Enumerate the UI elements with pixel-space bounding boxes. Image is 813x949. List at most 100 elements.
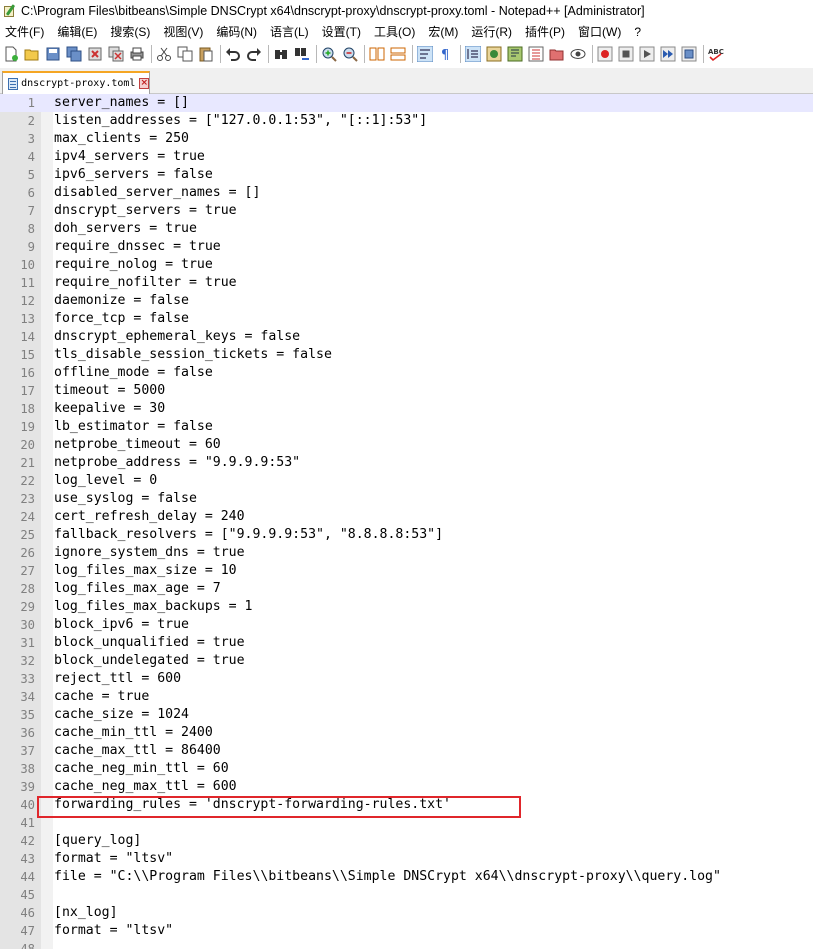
line-text[interactable]: block_ipv6 = true (54, 616, 189, 634)
line-text[interactable]: lb_estimator = false (54, 418, 213, 436)
code-line[interactable]: 28 log_files_max_age = 7 (0, 580, 813, 598)
line-text[interactable]: cache_min_ttl = 2400 (54, 724, 213, 742)
code-line[interactable]: 7 dnscrypt_servers = true (0, 202, 813, 220)
menu-window[interactable]: 窗口(W) (577, 22, 627, 42)
menu-file[interactable]: 文件(F) (4, 22, 50, 42)
code-line[interactable]: 6 disabled_server_names = [] (0, 184, 813, 202)
line-text[interactable]: cache_neg_min_ttl = 60 (54, 760, 229, 778)
code-line[interactable]: 31 block_unqualified = true (0, 634, 813, 652)
function-list-icon[interactable] (528, 46, 544, 62)
save-icon[interactable] (45, 46, 61, 62)
code-line[interactable]: 41 (0, 814, 813, 832)
line-text[interactable]: fallback_resolvers = ["9.9.9.9:53", "8.8… (54, 526, 443, 544)
undo-icon[interactable] (225, 46, 241, 62)
code-line[interactable]: 13 force_tcp = false (0, 310, 813, 328)
menu-search[interactable]: 搜索(S) (109, 22, 156, 42)
code-line[interactable]: 39 cache_neg_max_ttl = 600 (0, 778, 813, 796)
sync-vertical-icon[interactable] (369, 46, 385, 62)
line-text[interactable]: use_syslog = false (54, 490, 197, 508)
line-text[interactable]: forwarding_rules = 'dnscrypt-forwarding-… (54, 796, 451, 814)
close-file-icon[interactable] (87, 46, 103, 62)
code-line[interactable]: 5 ipv6_servers = false (0, 166, 813, 184)
code-line[interactable]: 40 forwarding_rules = 'dnscrypt-forwardin… (0, 796, 813, 814)
line-text[interactable]: doh_servers = true (54, 220, 197, 238)
code-line[interactable]: 4 ipv4_servers = true (0, 148, 813, 166)
close-icon[interactable]: × (139, 78, 149, 89)
line-text[interactable]: max_clients = 250 (54, 130, 189, 148)
user-language-icon[interactable] (486, 46, 502, 62)
record-macro-icon[interactable] (597, 46, 613, 62)
line-text[interactable]: log_files_max_size = 10 (54, 562, 237, 580)
code-line[interactable]: 47 format = "ltsv" (0, 922, 813, 940)
open-file-icon[interactable] (24, 46, 40, 62)
menu-language[interactable]: 语言(L) (269, 22, 315, 42)
play-macro-icon[interactable] (639, 46, 655, 62)
menu-plugins[interactable]: 插件(P) (524, 22, 571, 42)
cut-icon[interactable] (156, 46, 172, 62)
code-line[interactable]: 34 cache = true (0, 688, 813, 706)
code-line[interactable]: 26 ignore_system_dns = true (0, 544, 813, 562)
line-text[interactable]: log_files_max_backups = 1 (54, 598, 253, 616)
line-text[interactable]: log_files_max_age = 7 (54, 580, 221, 598)
line-text[interactable]: dnscrypt_ephemeral_keys = false (54, 328, 300, 346)
menu-edit[interactable]: 编辑(E) (56, 22, 103, 42)
tab-dnscrypt-proxy-toml[interactable]: dnscrypt-proxy.toml × (2, 71, 150, 94)
word-wrap-icon[interactable] (417, 46, 433, 62)
line-text[interactable]: netprobe_timeout = 60 (54, 436, 221, 454)
line-text[interactable]: log_level = 0 (54, 472, 157, 490)
code-line[interactable]: 22 log_level = 0 (0, 472, 813, 490)
indent-guide-icon[interactable] (465, 46, 481, 62)
code-line[interactable]: 16 offline_mode = false (0, 364, 813, 382)
code-line[interactable]: 18 keepalive = 30 (0, 400, 813, 418)
code-line[interactable]: 46 [nx_log] (0, 904, 813, 922)
new-file-icon[interactable] (3, 46, 19, 62)
line-text[interactable]: block_unqualified = true (54, 634, 245, 652)
code-line[interactable]: 48 (0, 940, 813, 949)
line-text[interactable]: format = "ltsv" (54, 922, 173, 940)
line-text[interactable]: require_nofilter = true (54, 274, 237, 292)
line-text[interactable]: cert_refresh_delay = 240 (54, 508, 245, 526)
line-text[interactable]: reject_ttl = 600 (54, 670, 181, 688)
menu-tools[interactable]: 工具(O) (373, 22, 421, 42)
code-line[interactable]: 11 require_nofilter = true (0, 274, 813, 292)
code-line[interactable]: 45 (0, 886, 813, 904)
menu-encoding[interactable]: 编码(N) (215, 22, 263, 42)
paste-icon[interactable] (198, 46, 214, 62)
code-line[interactable]: 38 cache_neg_min_ttl = 60 (0, 760, 813, 778)
doc-map-icon[interactable] (507, 46, 523, 62)
line-text[interactable]: [query_log] (54, 832, 141, 850)
code-line[interactable]: 20 netprobe_timeout = 60 (0, 436, 813, 454)
code-line[interactable]: 35 cache_size = 1024 (0, 706, 813, 724)
spell-check-icon[interactable]: ABC (708, 46, 724, 62)
editor[interactable]: 1 server_names = [] 2 listen_addresses = ["… (0, 94, 813, 949)
code-line[interactable]: 42 [query_log] (0, 832, 813, 850)
line-text[interactable]: require_dnssec = true (54, 238, 221, 256)
code-line[interactable]: 15 tls_disable_session_tickets = false (0, 346, 813, 364)
line-text[interactable]: block_undelegated = true (54, 652, 245, 670)
code-line[interactable]: 24 cert_refresh_delay = 240 (0, 508, 813, 526)
line-text[interactable]: netprobe_address = "9.9.9.9:53" (54, 454, 300, 472)
code-line[interactable]: 25 fallback_resolvers = ["9.9.9.9:53", "8… (0, 526, 813, 544)
line-text[interactable]: dnscrypt_servers = true (54, 202, 237, 220)
code-line[interactable]: 2 listen_addresses = ["127.0.0.1:53", "[:… (0, 112, 813, 130)
line-text[interactable]: [nx_log] (54, 904, 118, 922)
code-line[interactable]: 9 require_dnssec = true (0, 238, 813, 256)
code-line[interactable]: 8 doh_servers = true (0, 220, 813, 238)
copy-icon[interactable] (177, 46, 193, 62)
menu-view[interactable]: 视图(V) (162, 22, 209, 42)
show-all-chars-icon[interactable]: ¶ (438, 46, 454, 62)
line-text[interactable]: disabled_server_names = [] (54, 184, 260, 202)
code-line[interactable]: 37 cache_max_ttl = 86400 (0, 742, 813, 760)
close-all-icon[interactable] (108, 46, 124, 62)
menu-macro[interactable]: 宏(M) (427, 22, 464, 42)
zoom-out-icon[interactable] (342, 46, 358, 62)
line-text[interactable]: listen_addresses = ["127.0.0.1:53", "[::… (54, 112, 427, 130)
monitoring-icon[interactable] (570, 46, 586, 62)
line-text[interactable]: offline_mode = false (54, 364, 213, 382)
code-line[interactable]: 1 server_names = [] (0, 94, 813, 112)
code-line[interactable]: 27 log_files_max_size = 10 (0, 562, 813, 580)
save-macro-icon[interactable] (681, 46, 697, 62)
zoom-in-icon[interactable] (321, 46, 337, 62)
line-text[interactable]: ipv6_servers = false (54, 166, 213, 184)
line-text[interactable]: timeout = 5000 (54, 382, 165, 400)
